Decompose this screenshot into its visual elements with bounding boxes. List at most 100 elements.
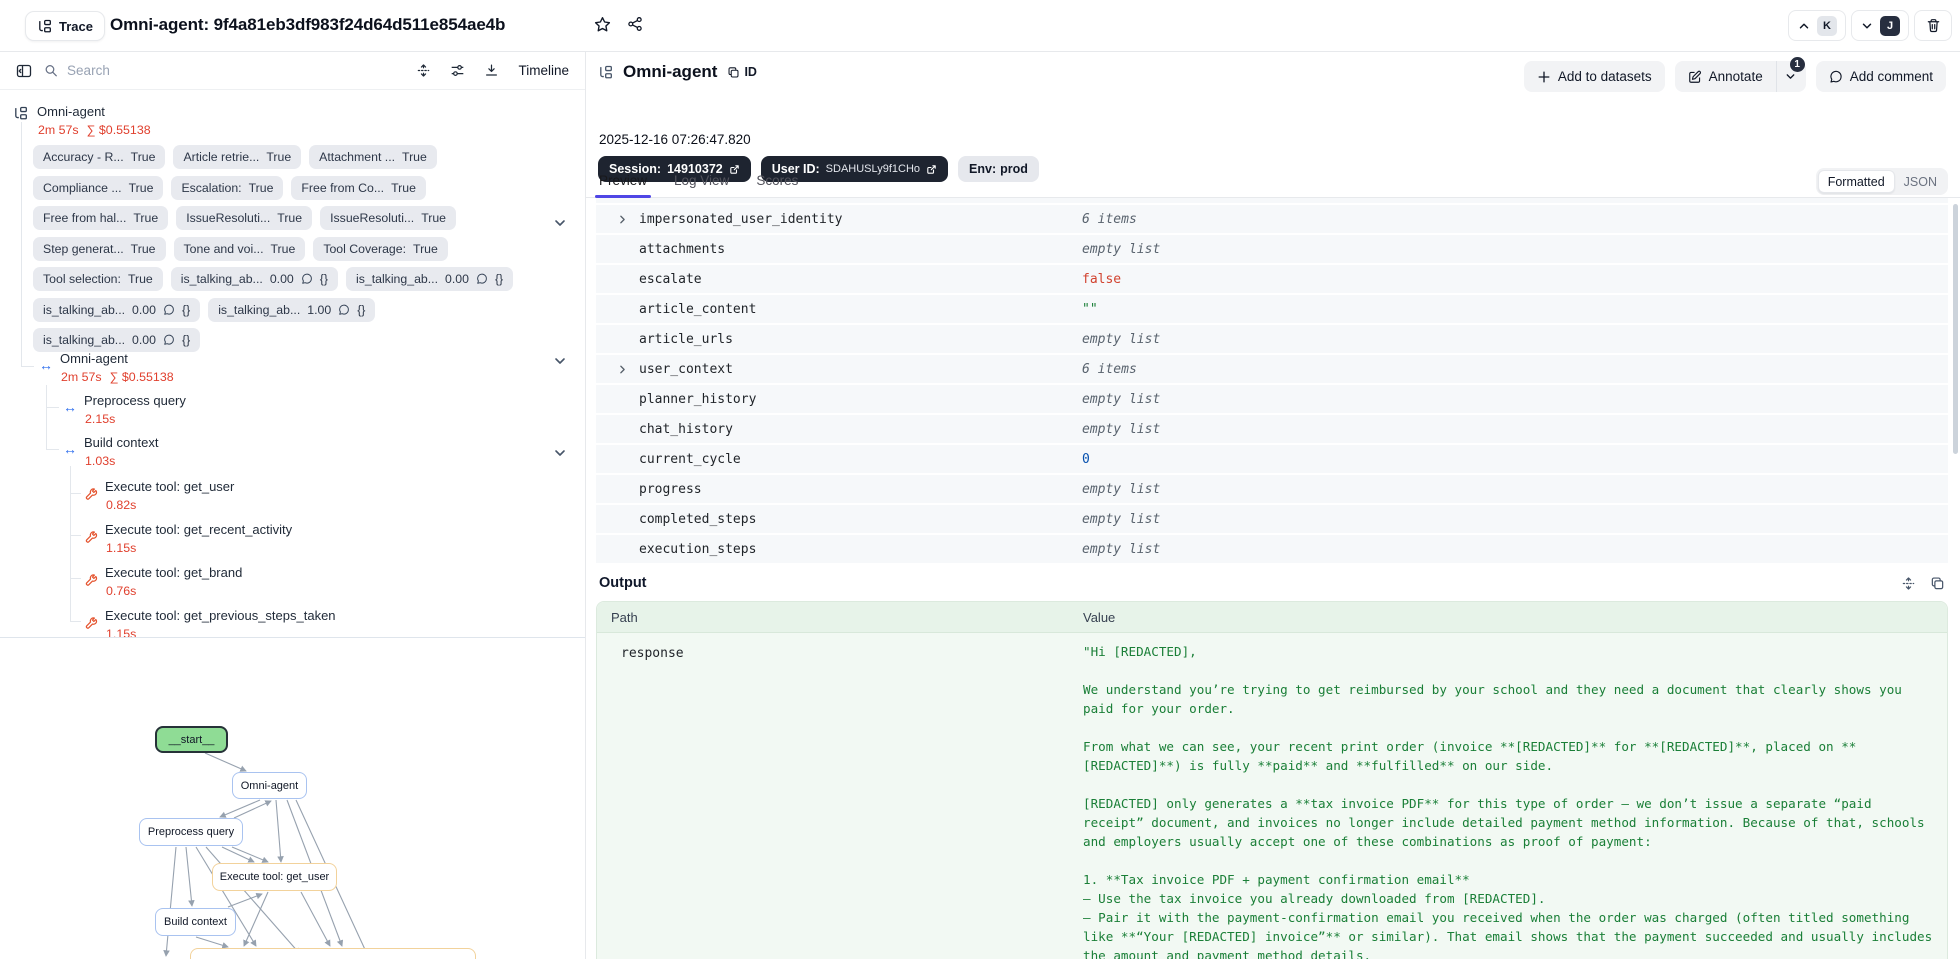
add-comment-button[interactable]: Add comment [1815, 61, 1946, 92]
chevron-right-icon[interactable] [616, 213, 629, 226]
table-row[interactable]: escalate false [596, 265, 1948, 293]
table-row[interactable]: completed_steps empty list [596, 505, 1948, 533]
tree-connector [46, 449, 59, 450]
tree-connector [70, 621, 81, 622]
graph-node-get-user[interactable]: Execute tool: get_user [212, 863, 337, 891]
span-duration: 1.15s [106, 627, 137, 637]
score-tag[interactable]: Attachment ... True [309, 145, 437, 169]
graph-node-start[interactable]: __start__ [155, 726, 228, 753]
list-tree-icon [600, 65, 612, 78]
graph-node-preprocess-query[interactable]: Preprocess query [139, 818, 243, 846]
score-tag[interactable]: Tool Coverage: True [313, 236, 448, 261]
trace-breadcrumb-chip[interactable]: Trace [25, 11, 105, 41]
annotate-button[interactable]: Annotate [1675, 61, 1776, 92]
score-tag[interactable]: is_talking_ab... 0.00{} [33, 297, 201, 322]
table-row[interactable]: execution_steps empty list [596, 535, 1948, 563]
output-row-key: response [621, 646, 684, 661]
score-tag[interactable]: Free from Co... True [291, 175, 426, 200]
chevron-down-icon[interactable] [552, 353, 568, 369]
tree-item-agent[interactable]: Omni-agent [60, 351, 128, 366]
tree-connector [70, 493, 81, 494]
tab-scores[interactable]: Scores [756, 164, 798, 197]
score-tag[interactable]: is_talking_ab... 1.00{} [208, 297, 376, 322]
trace-tree-sidebar: Timeline Omni-agent 2m 57s∑ $0.55138 [0, 52, 586, 959]
score-tag[interactable]: Step generat... True [33, 236, 166, 261]
detail-tabs: Preview Log View Scores [586, 164, 1960, 198]
graph-node-build-context[interactable]: Build context [155, 908, 236, 936]
format-option-formatted[interactable]: Formatted [1817, 170, 1895, 193]
nav-next-button[interactable]: J [1851, 10, 1909, 41]
score-tag[interactable]: IssueResoluti... True [176, 206, 313, 230]
output-table-row[interactable]: response "Hi [REDACTED], We understand y… [597, 633, 1947, 959]
expand-collapse-all-icon[interactable] [416, 63, 431, 78]
trace-timestamp: 2025-12-16 07:26:47.820 [599, 132, 751, 147]
score-tag[interactable]: Article retrie... True [173, 145, 302, 169]
copy-id-button[interactable]: ID [727, 65, 757, 79]
score-tag[interactable]: Tool selection: True [33, 267, 163, 291]
chevron-down-icon[interactable] [552, 215, 568, 231]
table-row[interactable]: current_cycle 0 [596, 445, 1948, 473]
tree-item-tool-get-user[interactable]: Execute tool: get_user [105, 479, 234, 494]
table-row[interactable]: user_context 6 items [596, 355, 1948, 383]
output-table-header: Path Value [597, 602, 1947, 633]
output-table: Path Value response "Hi [REDACTED], We u… [596, 601, 1948, 959]
agent-span-icon: ↔ [39, 357, 53, 373]
format-option-json[interactable]: JSON [1895, 175, 1946, 189]
chevron-down-icon[interactable] [552, 445, 568, 461]
tree-item-build-context[interactable]: Build context [84, 435, 158, 450]
score-tag[interactable]: IssueResoluti... True [320, 206, 457, 230]
search-input[interactable] [67, 63, 405, 78]
nav-previous-button[interactable]: K [1788, 10, 1846, 41]
expand-vertical-icon[interactable] [1901, 576, 1916, 591]
score-tag[interactable]: is_talking_ab... 0.00{} [170, 267, 338, 291]
clipped-row [596, 198, 1948, 203]
add-to-datasets-button[interactable]: Add to datasets [1523, 61, 1665, 92]
score-tag[interactable]: Free from hal... True [33, 206, 169, 230]
score-tag[interactable]: Compliance ... True [33, 175, 164, 200]
agent-span-icon: ↔ [63, 399, 77, 415]
score-tag[interactable]: Accuracy - R... True [33, 145, 166, 169]
page-title: Omni-agent: 9f4a81eb3df983f24d64d511e854… [110, 15, 506, 34]
tree-item-tool-get-brand[interactable]: Execute tool: get_brand [105, 565, 242, 580]
view-settings-icon[interactable] [450, 63, 465, 78]
timeline-toggle[interactable]: Timeline [518, 63, 569, 78]
tree-item-preprocess[interactable]: Preprocess query [84, 393, 186, 408]
graph-node-partial[interactable] [190, 948, 476, 959]
tree-item-tool-get-recent-activity[interactable]: Execute tool: get_recent_activity [105, 522, 292, 537]
table-row[interactable]: progress empty list [596, 475, 1948, 503]
share-icon[interactable] [627, 16, 643, 32]
column-header-path: Path [611, 609, 638, 625]
score-tag[interactable]: is_talking_ab... 0.00{} [345, 267, 514, 291]
search-box[interactable] [44, 63, 405, 78]
tree-item-tool-get-previous-steps[interactable]: Execute tool: get_previous_steps_taken [105, 608, 336, 623]
table-row[interactable]: planner_history empty list [596, 385, 1948, 413]
graph-node-omni-agent[interactable]: Omni-agent [232, 772, 307, 799]
copy-icon[interactable] [1930, 576, 1945, 591]
chevron-right-icon[interactable] [616, 363, 629, 376]
table-row[interactable]: chat_history empty list [596, 415, 1948, 443]
sidebar-header-icons: Timeline [416, 63, 569, 78]
table-row[interactable]: impersonated_user_identity 6 items [596, 205, 1948, 233]
table-row[interactable]: article_urls empty list [596, 325, 1948, 353]
score-tag[interactable]: is_talking_ab... 0.00{} [33, 328, 201, 352]
table-row[interactable]: article_content "" [596, 295, 1948, 323]
tab-preview[interactable]: Preview [594, 164, 652, 198]
collapse-panel-icon[interactable] [16, 63, 32, 79]
tab-log-view[interactable]: Log View [674, 164, 729, 197]
bookmark-star-icon[interactable] [594, 16, 611, 33]
table-row[interactable]: attachments empty list [596, 235, 1948, 263]
scrollbar-thumb[interactable] [1953, 204, 1958, 454]
download-icon[interactable] [484, 63, 499, 78]
score-tag[interactable]: Tone and voi... True [173, 236, 306, 261]
output-header-icons [1901, 576, 1945, 591]
tool-span-icon [85, 616, 98, 629]
hotkey-j-badge: J [1880, 15, 1900, 36]
annotate-dropdown-toggle[interactable]: 1 [1775, 57, 1806, 92]
annotate-button-group: Annotate 1 [1674, 57, 1806, 92]
tree-item-root[interactable]: Omni-agent [37, 104, 105, 119]
annotation-count-badge: 1 [1789, 57, 1805, 72]
delete-trace-button[interactable] [1914, 10, 1952, 41]
score-tag[interactable]: Escalation: True [171, 175, 284, 200]
plus-icon [1538, 71, 1550, 82]
observation-title: Omni-agent [623, 62, 718, 81]
